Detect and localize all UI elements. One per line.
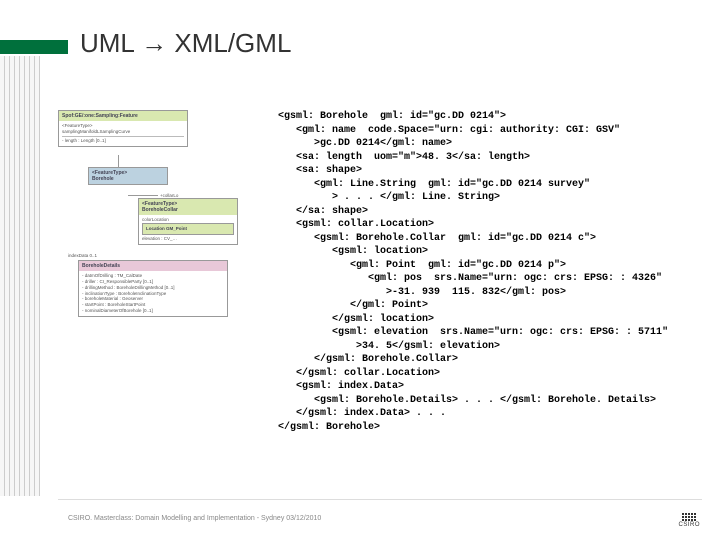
uml-label: +collarLo [160,193,178,198]
uml-box-header: Location GM_Point [143,224,233,234]
uml-box-header: <FeatureType> Borehole [89,168,167,184]
uml-box-header: BoreholeDetails [79,261,227,271]
uml-line: - nominalDiameterOfBorehole [0..1] [82,308,224,314]
code-line: <sa: shape> [278,165,362,176]
accent-bar [0,40,68,54]
uml-line: samplingManifoldLSamplingCurve [62,129,184,135]
code-line: <gsml: Borehole gml: id="gc.DD 0214"> [278,111,506,122]
uml-box-details: BoreholeDetails - datmOfDrilling : TM_Ca… [78,260,228,317]
uml-box-sampling-feature: Spof:GE/:one:Sampling:Feature <FeatureTy… [58,110,188,147]
code-line: <gsml: location> [278,246,428,257]
uml-line: - length : Length [0..1] [62,138,184,144]
uml-connector [128,195,158,196]
code-line: >34. 5</gsml: elevation> [278,341,500,352]
code-line: <gsml: Borehole.Collar gml: id="gc.DD 02… [278,233,596,244]
uml-box-header: Spof:GE/:one:Sampling:Feature [59,111,187,121]
page-title: UML → XML/GML [80,28,291,59]
code-line: </gsml: Borehole> [278,422,380,433]
code-line: <gsml: collar.Location> [278,219,434,230]
code-line: <gml: name code.Space="urn: cgi: authori… [278,125,620,136]
code-line: <gml: Point gml: id="gc.DD 0214 p"> [278,260,566,271]
divider [58,499,702,500]
code-line: </gsml: Borehole.Collar> [278,354,458,365]
code-line: <gml: Line.String gml: id="gc.DD 0214 su… [278,179,590,190]
code-line: >-31. 939 115. 832</gml: pos> [278,287,566,298]
footer-text: CSIRO. Masterclass: Domain Modelling and… [68,515,321,522]
code-line: </gsml: index.Data> . . . [278,408,446,419]
slide: UML → XML/GML Spof:GE/:one:Sampling:Feat… [0,0,720,540]
code-line: <gsml: index.Data> [278,381,404,392]
xml-code-block: <gsml: Borehole gml: id="gc.DD 0214"> <g… [278,110,698,490]
uml-line: elevation : CV_… [142,236,234,242]
content-area: Spof:GE/:one:Sampling:Feature <FeatureTy… [58,110,698,490]
code-line: <gsml: Borehole.Details> . . . </gsml: B… [278,395,656,406]
logo-text: CSIRO [678,522,700,528]
code-line: <sa: length uom="m">48. 3</sa: length> [278,152,530,163]
csiro-logo: CSIRO [678,513,700,528]
code-line: > . . . </gml: Line. String> [278,192,500,203]
uml-box-collar: <FeatureType> BoreholeCollar colorLocati… [138,198,238,246]
uml-box-header: <FeatureType> BoreholeCollar [139,199,237,215]
uml-connector [118,155,272,167]
code-line: <gml: pos srs.Name="urn: ogc: crs: EPSG:… [278,273,662,284]
uml-diagram: Spof:GE/:one:Sampling:Feature <FeatureTy… [58,110,278,490]
uml-label: indexData 0..1 [68,253,272,258]
code-line: >gc.DD 0214</gml: name> [278,138,452,149]
uml-box-borehole: <FeatureType> Borehole [88,167,168,185]
logo-icon [682,513,696,521]
code-line: </sa: shape> [278,206,368,217]
code-line: <gsml: elevation srs.Name="urn: ogc: crs… [278,327,668,338]
code-line: </gsml: collar.Location> [278,368,440,379]
code-line: </gsml: location> [278,314,434,325]
code-line: </gml: Point> [278,300,428,311]
uml-line: colorLocation [142,217,234,223]
